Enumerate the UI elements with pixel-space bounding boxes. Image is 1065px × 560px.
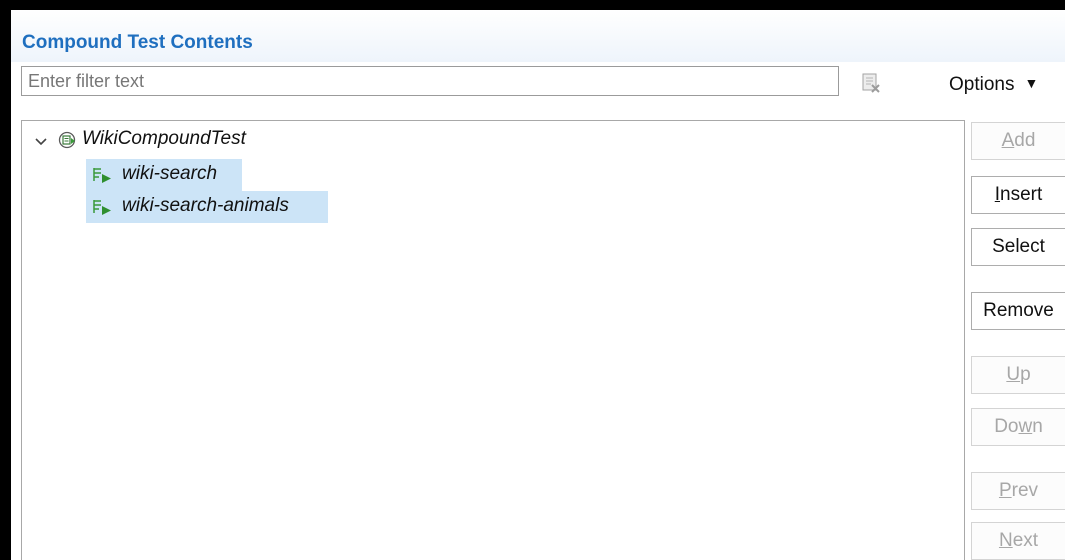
add-label-rest: dd	[1014, 130, 1036, 151]
insert-button[interactable]: Insert	[971, 176, 1065, 214]
tree-item-label: wiki-search	[122, 163, 218, 184]
select-label: Select	[992, 236, 1045, 257]
tree-item-label: wiki-search-animals	[122, 195, 289, 216]
remove-label: Remove	[983, 300, 1054, 321]
test-case-icon	[92, 166, 116, 184]
down-label-rest: n	[1032, 416, 1043, 437]
up-button[interactable]: Up	[971, 356, 1065, 394]
up-mnemonic: U	[1006, 364, 1021, 385]
chevron-down-icon[interactable]	[34, 135, 48, 147]
down-button[interactable]: Down	[971, 408, 1065, 446]
compound-test-icon	[58, 130, 78, 150]
section-title: Compound Test Contents	[22, 32, 253, 53]
options-menu[interactable]: Options ▼	[949, 74, 1038, 98]
triangle-down-icon: ▼	[1024, 75, 1039, 91]
next-button[interactable]: Next	[971, 522, 1065, 560]
remove-button[interactable]: Remove	[971, 292, 1065, 330]
filter-input[interactable]	[21, 66, 839, 96]
add-mnemonic: A	[1001, 130, 1015, 151]
up-label-rest: p	[1020, 364, 1031, 385]
prev-label-rest: rev	[1011, 480, 1039, 501]
down-label-pre: Do	[994, 416, 1019, 437]
section-header: Compound Test Contents	[11, 10, 1065, 62]
prev-button[interactable]: Prev	[971, 472, 1065, 510]
clear-filter-icon[interactable]	[861, 72, 881, 94]
test-tree: WikiCompoundTest wiki-search wiki-search…	[21, 120, 965, 560]
prev-mnemonic: P	[998, 480, 1012, 501]
select-button[interactable]: Select	[971, 228, 1065, 266]
test-case-icon	[92, 198, 116, 216]
next-mnemonic: N	[998, 530, 1013, 551]
tree-item-child[interactable]: wiki-search-animals	[86, 191, 328, 223]
compound-test-contents-panel: Compound Test Contents Options ▼	[11, 10, 1065, 560]
options-label: Options	[949, 74, 1015, 95]
down-mnemonic: w	[1018, 416, 1033, 437]
tree-item-label: WikiCompoundTest	[82, 128, 246, 149]
next-label-rest: ext	[1012, 530, 1039, 551]
insert-label-rest: nsert	[1000, 184, 1043, 205]
add-button[interactable]: Add	[971, 122, 1065, 160]
tree-item-child[interactable]: wiki-search	[86, 159, 242, 191]
